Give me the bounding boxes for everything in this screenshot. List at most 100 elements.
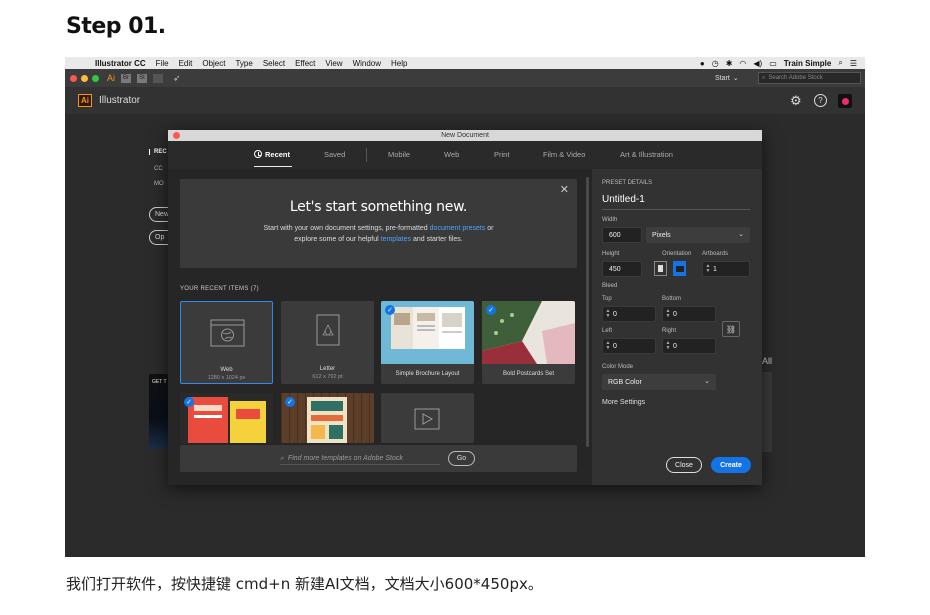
page: Step 01. Illustrator CC File Edit Object… xyxy=(0,0,930,615)
stepper-arrows-icon[interactable]: ▲ ▼ xyxy=(663,341,673,351)
close-button[interactable]: Close xyxy=(666,457,702,473)
illustrator-logo-icon: Ai xyxy=(78,94,92,107)
document-presets-link[interactable]: document presets xyxy=(430,225,486,232)
bleed-bottom-stepper[interactable]: ▲ ▼ 0 xyxy=(662,306,716,322)
more-settings-button[interactable]: More Settings xyxy=(602,399,645,406)
artboards-stepper[interactable]: ▲ ▼ 1 xyxy=(702,261,750,277)
workspace-start-button[interactable]: Start ⌄ xyxy=(715,72,739,84)
help-icon[interactable]: ? xyxy=(814,94,827,107)
menu-object[interactable]: Object xyxy=(202,59,225,68)
document-name-field[interactable]: Untitled-1 xyxy=(602,194,750,210)
gear-icon[interactable]: ⚙ xyxy=(790,94,802,107)
home-tile-text: GET T xyxy=(152,379,167,385)
menu-view[interactable]: View xyxy=(325,59,342,68)
stepper-arrows-icon[interactable]: ▲ ▼ xyxy=(603,309,613,319)
menu-app-name[interactable]: Illustrator CC xyxy=(95,59,146,68)
stock-search-input[interactable]: ⌕ Search Adobe Stock xyxy=(758,72,861,84)
menu-help[interactable]: Help xyxy=(391,59,407,68)
bridge-icon[interactable]: Br xyxy=(121,73,132,83)
template-checked-icon: ✓ xyxy=(285,397,295,407)
template-tile-summer-camp[interactable]: ✓ xyxy=(281,393,374,443)
tile-size: 1280 x 1024 px xyxy=(207,375,246,381)
tab-print[interactable]: Print xyxy=(494,150,509,159)
templates-link[interactable]: templates xyxy=(381,236,411,243)
go-button[interactable]: Go xyxy=(448,451,475,466)
menu-window[interactable]: Window xyxy=(353,59,381,68)
welcome-text-3: explore some of our helpful xyxy=(294,236,381,243)
browser-globe-icon xyxy=(210,319,245,347)
menu-type[interactable]: Type xyxy=(235,59,252,68)
color-mode-select[interactable]: RGB Color ⌄ xyxy=(602,374,716,390)
close-icon[interactable]: ✕ xyxy=(560,183,569,196)
user-name[interactable]: Train Simple xyxy=(784,59,832,68)
template-tile-brochure[interactable]: ✓ Simple Brochure Layout xyxy=(381,301,474,384)
tab-art-illustration[interactable]: Art & Illustration xyxy=(620,150,673,159)
create-button[interactable]: Create xyxy=(711,457,751,473)
menu-effect[interactable]: Effect xyxy=(295,59,315,68)
width-input[interactable]: 600 xyxy=(602,227,642,243)
home-nav-cc[interactable]: CC xyxy=(154,166,163,172)
welcome-text-1: Start with your own document settings, p… xyxy=(263,225,430,232)
menu-edit[interactable]: Edit xyxy=(179,59,193,68)
template-tile-video[interactable] xyxy=(381,393,474,443)
tab-web[interactable]: Web xyxy=(444,150,459,159)
wifi-icon[interactable]: ◠ xyxy=(739,59,746,68)
link-bleed-icon[interactable]: ⛓ xyxy=(722,321,740,337)
chevron-down-icon: ⌄ xyxy=(732,75,739,82)
home-nav-mobile[interactable]: MO xyxy=(154,181,164,187)
menu-select[interactable]: Select xyxy=(263,59,285,68)
bluetooth-icon[interactable]: ✱ xyxy=(726,59,733,68)
tab-recent[interactable]: Recent xyxy=(254,150,290,159)
preset-tile-letter[interactable]: Letter 612 x 792 pt xyxy=(281,301,374,384)
cc-status-icon[interactable]: ● xyxy=(700,59,705,68)
template-checked-icon: ✓ xyxy=(486,305,496,315)
window-zoom-icon[interactable] xyxy=(92,74,99,82)
creative-cloud-icon[interactable] xyxy=(838,94,852,108)
artboards-value: 1 xyxy=(713,265,717,273)
bleed-top-label: Top xyxy=(602,296,612,302)
color-mode-value: RGB Color xyxy=(608,378,642,386)
bleed-top-stepper[interactable]: ▲ ▼ 0 xyxy=(602,306,656,322)
menubar-status: ● ◷ ✱ ◠ ◀) ▭ Train Simple ⌕ ☰ xyxy=(700,57,857,69)
tab-film-video[interactable]: Film & Video xyxy=(543,150,585,159)
dialog-close-icon[interactable] xyxy=(173,132,180,139)
recent-scrollbar[interactable] xyxy=(586,177,589,447)
bleed-bottom-label: Bottom xyxy=(662,296,682,302)
screenshot-frame: Illustrator CC File Edit Object Type Sel… xyxy=(65,57,865,557)
bleed-right-stepper[interactable]: ▲ ▼ 0 xyxy=(662,338,716,354)
welcome-banner: ✕ Let's start something new. Start with … xyxy=(180,179,577,268)
tab-saved[interactable]: Saved xyxy=(324,150,345,159)
template-checked-icon: ✓ xyxy=(184,397,194,407)
tab-mobile[interactable]: Mobile xyxy=(388,150,410,159)
home-all-label[interactable]: All xyxy=(762,356,772,366)
menu-file[interactable]: File xyxy=(156,59,169,68)
stepper-arrows-icon[interactable]: ▲ ▼ xyxy=(603,341,613,351)
battery-icon[interactable]: ▭ xyxy=(769,59,777,68)
stock-icon[interactable]: St xyxy=(137,73,148,83)
time-machine-icon[interactable]: ◷ xyxy=(712,59,719,68)
window-close-icon[interactable] xyxy=(70,74,77,82)
portrait-orientation-button[interactable] xyxy=(654,261,667,276)
template-tile-poster[interactable]: ✓ xyxy=(180,393,273,443)
template-tile-postcards[interactable]: ✓ Bold Postcards Set xyxy=(482,301,575,384)
units-select[interactable]: Pixels ⌄ xyxy=(646,227,750,243)
template-search-input[interactable]: ⌕ Find more templates on Adobe Stock xyxy=(280,453,440,465)
letter-preset-thumbnail xyxy=(281,301,374,364)
home-nav-recent[interactable]: REC xyxy=(149,149,167,155)
stepper-arrows-icon[interactable]: ▲ ▼ xyxy=(703,264,713,274)
window-minimize-icon[interactable] xyxy=(81,74,88,82)
landscape-orientation-button[interactable] xyxy=(673,261,686,276)
preset-tile-web[interactable]: Web 1280 x 1024 px xyxy=(180,301,273,384)
bleed-left-stepper[interactable]: ▲ ▼ 0 xyxy=(602,338,656,354)
preset-details-label: PRESET DETAILS xyxy=(602,180,653,186)
stepper-arrows-icon[interactable]: ▲ ▼ xyxy=(663,309,673,319)
height-input[interactable]: 450 xyxy=(602,261,642,277)
arrange-documents-icon[interactable] xyxy=(153,73,164,83)
gpu-rocket-icon[interactable]: ➶ xyxy=(173,73,181,84)
tile-name: Simple Brochure Layout xyxy=(395,371,460,377)
bleed-left-label: Left xyxy=(602,328,613,334)
spotlight-icon[interactable]: ⌕ xyxy=(838,58,842,68)
volume-icon[interactable]: ◀) xyxy=(753,59,762,68)
notification-list-icon[interactable]: ☰ xyxy=(850,59,857,68)
chevron-down-icon: ⌄ xyxy=(704,378,710,385)
